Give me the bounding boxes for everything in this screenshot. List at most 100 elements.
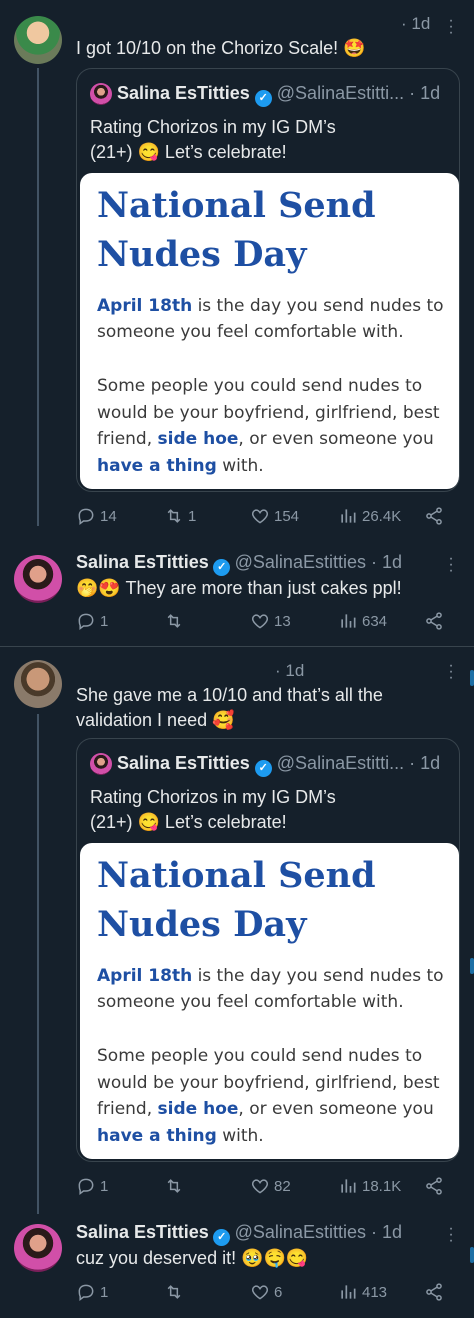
like-icon: [251, 1179, 269, 1194]
more-icon[interactable]: · · ·: [446, 658, 456, 686]
highlight: side hoe: [157, 429, 239, 449]
like-icon: [251, 509, 269, 524]
views-button[interactable]: 413: [338, 1282, 387, 1302]
card-title-line: Nudes Day: [97, 904, 307, 945]
thread-line: [37, 714, 39, 1214]
more-icon[interactable]: · · ·: [446, 1221, 456, 1249]
text-line: Rating Chorizos in my IG DM’s: [90, 117, 336, 137]
card-paragraph: Some people you could send nudes to woul…: [97, 1043, 447, 1149]
views-icon: [341, 1179, 356, 1193]
divider: [0, 646, 474, 647]
view-count: 18.1K: [362, 1177, 402, 1195]
author-handle: @SalinaEstitti...: [276, 83, 405, 103]
text: , or even someone you: [238, 429, 434, 449]
verified-badge-icon: ✓: [254, 90, 272, 107]
verified-badge-icon: ✓: [213, 559, 231, 576]
repost-icon: [167, 1285, 181, 1299]
verified-badge-icon: ✓: [254, 760, 272, 777]
reply-icon: [78, 613, 94, 630]
share-icon: [426, 1283, 442, 1301]
post-time: · 1d: [275, 661, 305, 680]
reply-button[interactable]: 1: [76, 1282, 108, 1302]
views-button[interactable]: 18.1K: [338, 1176, 401, 1196]
repost-button[interactable]: [164, 1176, 188, 1196]
views-icon: [341, 614, 356, 628]
more-icon[interactable]: · · ·: [446, 13, 456, 41]
reply-button[interactable]: 1: [76, 611, 108, 631]
like-button[interactable]: 6: [250, 1282, 282, 1302]
text-line: She gave me a 10/10 and that’s all the: [76, 685, 383, 705]
views-icon: [341, 509, 356, 523]
share-icon: [426, 507, 442, 525]
reply-icon: [78, 508, 94, 525]
text-line: validation I need 🥰: [76, 710, 235, 730]
like-button[interactable]: 82: [250, 1176, 291, 1196]
reply-count: 1: [100, 1177, 109, 1195]
views-button[interactable]: 634: [338, 611, 387, 631]
share-button[interactable]: [424, 1282, 448, 1302]
avatar[interactable]: [14, 660, 62, 708]
repost-count: 1: [188, 507, 197, 525]
repost-button[interactable]: [164, 1282, 188, 1302]
card-paragraph: April 18th is the day you send nudes to …: [97, 963, 447, 1015]
text: with.: [216, 455, 264, 476]
card-paragraph: April 18th is the day you send nudes to …: [97, 293, 447, 345]
share-icon: [426, 612, 442, 630]
like-count: 82: [274, 1177, 291, 1195]
text-line: (21+) 😋 Let’s celebrate!: [90, 812, 287, 832]
author-handle: @SalinaEstitties · 1d: [234, 552, 402, 572]
avatar[interactable]: [14, 1224, 62, 1272]
share-button[interactable]: [424, 506, 448, 526]
more-icon[interactable]: · · ·: [446, 551, 456, 579]
like-count: 13: [274, 612, 291, 630]
reply-count: 1: [100, 612, 109, 630]
highlight: side hoe: [157, 1099, 239, 1119]
quoted-post[interactable]: Salina EsTitties ✓ @SalinaEstitti... · 1…: [76, 738, 460, 1162]
text: , or even someone you: [238, 1099, 434, 1119]
avatar: [90, 83, 112, 106]
scroll-indicator: [470, 1247, 474, 1263]
thread-line: [37, 68, 39, 526]
reply-count: 1: [100, 1283, 109, 1301]
text-line: (21+) 😋 Let’s celebrate!: [90, 142, 287, 162]
share-button[interactable]: [424, 1176, 448, 1196]
card-title-line: National Send: [97, 855, 376, 896]
avatar[interactable]: [14, 16, 62, 64]
repost-icon: [167, 509, 181, 523]
card-title: National Send Nudes Day: [97, 181, 447, 279]
views-button[interactable]: 26.4K: [338, 506, 401, 526]
reply-icon: [78, 1178, 94, 1195]
avatar[interactable]: [14, 555, 62, 603]
post-text: 🤭😍 They are more than just cakes ppl!: [76, 578, 402, 598]
like-button[interactable]: 154: [250, 506, 299, 526]
post-text: She gave me a 10/10 and that’s all the v…: [76, 683, 383, 733]
reply-button[interactable]: 1: [76, 1176, 108, 1196]
author-name: Salina EsTitties: [117, 83, 250, 103]
action-bar: 1 82 18.1K: [76, 1176, 456, 1200]
like-button[interactable]: 13: [250, 611, 291, 631]
views-icon: [341, 1285, 356, 1299]
reply-button[interactable]: 14: [76, 506, 117, 526]
repost-button[interactable]: 1: [164, 506, 196, 526]
post-text: cuz you deserved it! 🥹🤤😋: [76, 1248, 309, 1268]
media-image[interactable]: National Send Nudes Day April 18th is th…: [80, 173, 459, 489]
action-bar: 14 1 154 26.4K: [76, 506, 456, 530]
repost-button[interactable]: [164, 611, 188, 631]
repost-icon: [167, 1179, 181, 1193]
text-line: Rating Chorizos in my IG DM’s: [90, 787, 336, 807]
action-bar: 1 6 413: [76, 1282, 456, 1306]
share-button[interactable]: [424, 611, 448, 631]
view-count: 26.4K: [362, 507, 402, 525]
post-header: Salina EsTitties ✓ @SalinaEstitties · 1d: [76, 1222, 402, 1246]
scroll-indicator: [470, 670, 474, 686]
like-count: 6: [274, 1283, 283, 1301]
card-title: National Send Nudes Day: [97, 851, 447, 949]
quoted-post-header: Salina EsTitties ✓ @SalinaEstitti... · 1…: [90, 83, 440, 107]
quoted-post[interactable]: Salina EsTitties ✓ @SalinaEstitti... · 1…: [76, 68, 460, 492]
reply-icon: [78, 1284, 94, 1301]
media-image[interactable]: National Send Nudes Day April 18th is th…: [80, 843, 459, 1159]
post-time: · 1d: [409, 753, 441, 773]
view-count: 634: [362, 612, 388, 630]
like-count: 154: [274, 507, 300, 525]
repost-icon: [167, 614, 181, 628]
